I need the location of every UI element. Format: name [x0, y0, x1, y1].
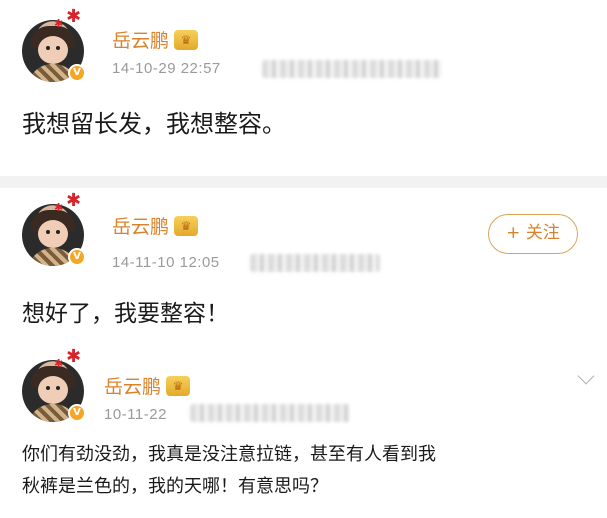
verified-badge-icon: V [68, 404, 86, 422]
red-flower-icon: ✱ [66, 190, 82, 211]
red-flower-icon: ✱ [54, 201, 64, 214]
post-text-line-1: 你们有劲没劲，我真是没注意拉链，甚至有人看到我 [22, 444, 436, 465]
red-flower-icon: ✱ [66, 346, 82, 367]
post-text: 我想留长发，我想整容。 [22, 110, 286, 138]
post-3: ✱ ✱ V 岳云鹏 ♛ 10-11-22 你们有劲没劲，我真是没注意拉链，甚至有… [0, 348, 607, 518]
red-flower-icon: ✱ [66, 6, 82, 27]
post-2: ✱ ✱ V 岳云鹏 ♛ 14-11-10 12:05 + 关注 想好了，我要整容… [0, 188, 607, 340]
follow-button[interactable]: + 关注 [488, 214, 578, 254]
avatar[interactable]: ✱ ✱ V [22, 8, 86, 82]
timestamp: 14-11-10 12:05 [112, 254, 220, 271]
timestamp: 14-10-29 22:57 [112, 60, 221, 77]
red-flower-icon: ✱ [54, 357, 64, 370]
redacted-source [190, 404, 350, 422]
red-flower-icon: ✱ [54, 17, 64, 30]
avatar[interactable]: ✱ ✱ V [22, 192, 86, 266]
username[interactable]: 岳云鹏 [112, 26, 169, 53]
crown-icon: ♛ [174, 216, 198, 236]
timestamp: 10-11-22 [104, 406, 167, 423]
chevron-down-icon[interactable] [577, 367, 595, 385]
post-text: 想好了，我要整容！ [22, 301, 229, 327]
username[interactable]: 岳云鹏 [112, 212, 169, 239]
verified-badge-icon: V [68, 64, 86, 82]
username[interactable]: 岳云鹏 [104, 372, 161, 399]
crown-icon: ♛ [166, 376, 190, 396]
post-text-line-2: 秋裤是兰色的，我的天哪！有意思吗？ [22, 476, 328, 497]
crown-icon: ♛ [174, 30, 198, 50]
avatar[interactable]: ✱ ✱ V [22, 348, 86, 422]
verified-badge-icon: V [68, 248, 86, 266]
divider [0, 176, 607, 188]
redacted-source [250, 254, 380, 272]
post-1: ✱ ✱ V 岳云鹏 ♛ 14-10-29 22:57 我想留长发，我想整容。 [0, 0, 607, 176]
redacted-source [262, 60, 442, 78]
